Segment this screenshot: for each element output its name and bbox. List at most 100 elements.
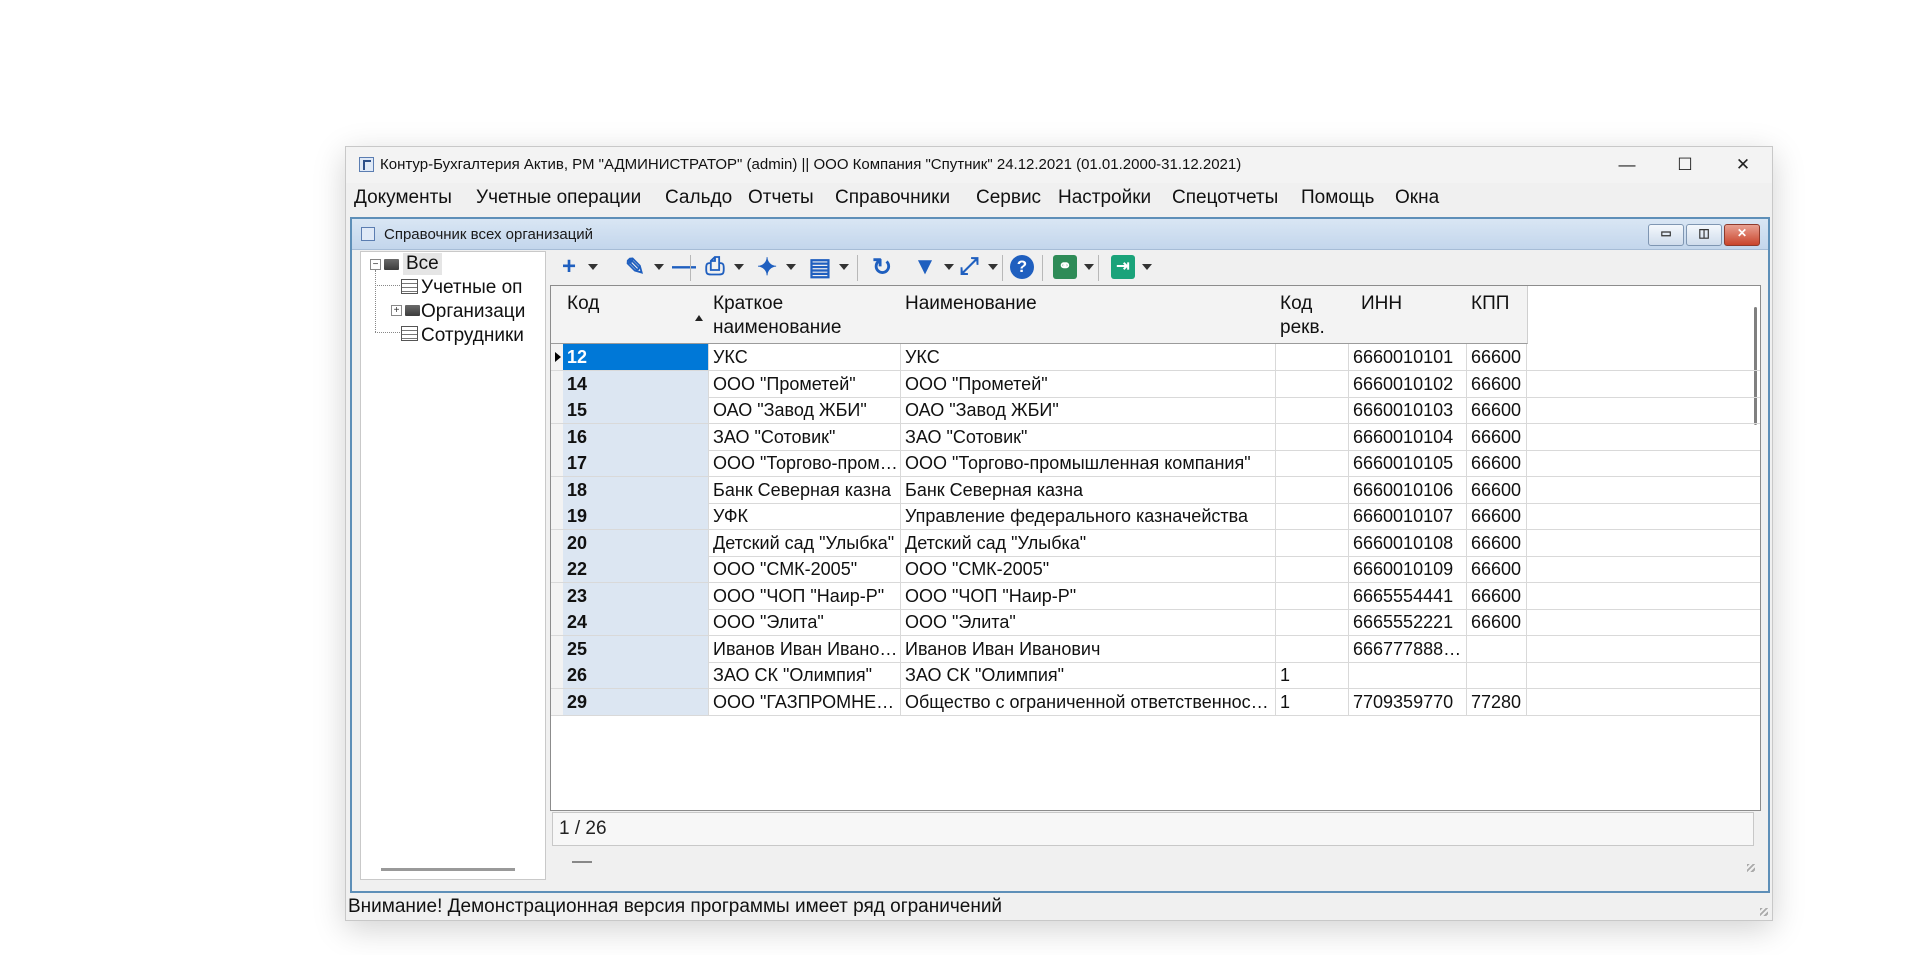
- tree-node-organizations[interactable]: Организаци: [421, 301, 525, 323]
- horizontal-scrollbar[interactable]: [572, 861, 592, 863]
- cell-short-name[interactable]: ООО "ГАЗПРОМНЕФТЬ ...: [709, 688, 901, 715]
- child-minimize-button[interactable]: ▭: [1648, 224, 1684, 246]
- column-header-requisite-code[interactable]: Код рекв.: [1276, 286, 1350, 344]
- table-row[interactable]: 24 ООО "Элита" ООО "Элита" 6665552221 66600: [551, 609, 1760, 636]
- menu-directories[interactable]: Справочники: [835, 187, 950, 209]
- cell-code[interactable]: 24: [563, 609, 709, 635]
- cell-inn[interactable]: [1349, 662, 1467, 688]
- table-row[interactable]: 23 ООО "ЧОП "Наир-Р" ООО "ЧОП "Наир-Р" 6665…: [551, 582, 1760, 610]
- table-row[interactable]: 20 Детский сад "Улыбка" Детский сад "Улыбк…: [551, 529, 1760, 557]
- cell-inn[interactable]: 6660010106: [1349, 476, 1467, 503]
- cell-kpp[interactable]: 66600: [1467, 397, 1527, 423]
- cell-requisite-code[interactable]: [1276, 423, 1349, 450]
- cell-inn[interactable]: 6660010104: [1349, 423, 1467, 450]
- cell-code[interactable]: 20: [563, 529, 709, 556]
- table-row[interactable]: 17ООО "Торгово-промыш...ООО "Торгово-про…: [551, 450, 1760, 477]
- tree-node-all[interactable]: Все: [403, 253, 442, 275]
- cell-full-name[interactable]: ЗАО "Сотовик": [901, 423, 1276, 450]
- cell-kpp[interactable]: 66600: [1467, 423, 1527, 450]
- cell-requisite-code[interactable]: [1276, 609, 1349, 635]
- cell-kpp[interactable]: 66600: [1467, 609, 1527, 635]
- links-button[interactable]: ⚭: [1050, 253, 1080, 281]
- cell-full-name[interactable]: ООО "Торгово-промышленная компания": [901, 450, 1276, 476]
- cell-code[interactable]: 17: [563, 450, 709, 476]
- cell-code[interactable]: 15: [563, 397, 709, 423]
- window-resize-grip-icon[interactable]: [1760, 908, 1768, 916]
- cell-requisite-code[interactable]: [1276, 582, 1349, 609]
- cell-code[interactable]: 12: [563, 344, 709, 370]
- tree-node-accounting[interactable]: Учетные оп: [421, 277, 522, 299]
- tree-scrollbar[interactable]: [381, 868, 515, 871]
- menu-service[interactable]: Сервис: [976, 187, 1041, 209]
- document-dropdown-icon[interactable]: [839, 264, 849, 270]
- organizations-grid[interactable]: Код Краткое наименование Наименование Код р…: [550, 285, 1761, 811]
- cell-full-name[interactable]: Детский сад "Улыбка": [901, 529, 1276, 556]
- cell-inn[interactable]: 6660010107: [1349, 503, 1467, 529]
- filter-dropdown-icon[interactable]: [944, 264, 954, 270]
- cell-inn[interactable]: 6660010101: [1349, 344, 1467, 370]
- cell-kpp[interactable]: 66600: [1467, 450, 1527, 476]
- table-row[interactable]: 29ООО "ГАЗПРОМНЕФТЬ ...Общество с ограни…: [551, 688, 1760, 716]
- filter-button[interactable]: ▼: [910, 253, 940, 281]
- menu-special-reports[interactable]: Спецотчеты: [1172, 187, 1278, 209]
- cell-code[interactable]: 14: [563, 370, 709, 397]
- cell-short-name[interactable]: Банк Северная казна: [709, 476, 901, 503]
- cell-full-name[interactable]: ООО "ЧОП "Наир-Р": [901, 582, 1276, 609]
- cell-kpp[interactable]: 66600: [1467, 582, 1527, 609]
- cell-code[interactable]: 25: [563, 635, 709, 662]
- cell-short-name[interactable]: Иванов Иван Иванович: [709, 635, 901, 662]
- cell-kpp[interactable]: [1467, 662, 1527, 688]
- cell-inn[interactable]: 6660010102: [1349, 370, 1467, 397]
- wizard-dropdown-icon[interactable]: [786, 264, 796, 270]
- links-dropdown-icon[interactable]: [1084, 264, 1094, 270]
- export-button[interactable]: ⇥: [1108, 253, 1138, 281]
- cell-code[interactable]: 16: [563, 423, 709, 450]
- child-restore-button[interactable]: ◫: [1686, 224, 1722, 246]
- edit-button[interactable]: ✎: [620, 253, 650, 281]
- cell-inn[interactable]: 6665554441: [1349, 582, 1467, 609]
- cell-requisite-code[interactable]: [1276, 529, 1349, 556]
- table-row[interactable]: 25 Иванов Иван Иванович Иванов Иван Иванов…: [551, 635, 1760, 663]
- resize-grip-icon[interactable]: [1747, 864, 1755, 872]
- expand-icon[interactable]: +: [391, 305, 402, 316]
- table-row[interactable]: 18 Банк Северная казна Банк Северная казна…: [551, 476, 1760, 504]
- cell-kpp[interactable]: 66600: [1467, 476, 1527, 503]
- cell-short-name[interactable]: УКС: [709, 344, 901, 370]
- maximize-button[interactable]: ☐: [1656, 147, 1714, 183]
- cell-short-name[interactable]: ООО "СМК-2005": [709, 556, 901, 582]
- cell-short-name[interactable]: ООО "ЧОП "Наир-Р": [709, 582, 901, 609]
- cell-code[interactable]: 29: [563, 688, 709, 715]
- child-close-button[interactable]: ✕: [1724, 224, 1760, 246]
- menu-settings[interactable]: Настройки: [1058, 187, 1151, 209]
- column-header-short-name[interactable]: Краткое наименование: [709, 286, 902, 344]
- table-row[interactable]: 15 ОАО "Завод ЖБИ" ОАО "Завод ЖБИ" 66600101…: [551, 397, 1760, 424]
- close-button[interactable]: ✕: [1714, 147, 1772, 183]
- cell-kpp[interactable]: 66600: [1467, 529, 1527, 556]
- cell-short-name[interactable]: ООО "Торгово-промыш...: [709, 450, 901, 476]
- table-row[interactable]: 16 ЗАО "Сотовик" ЗАО "Сотовик" 6660010104 66…: [551, 423, 1760, 451]
- cell-kpp[interactable]: [1467, 635, 1527, 662]
- add-button[interactable]: +: [554, 253, 584, 281]
- cell-requisite-code[interactable]: [1276, 503, 1349, 529]
- cell-inn[interactable]: 6660010108: [1349, 529, 1467, 556]
- add-dropdown-icon[interactable]: [588, 264, 598, 270]
- cell-short-name[interactable]: ЗАО "Сотовик": [709, 423, 901, 450]
- expand-button[interactable]: ⤢: [954, 253, 984, 281]
- menu-help[interactable]: Помощь: [1301, 187, 1374, 209]
- delete-button[interactable]: —: [669, 253, 699, 281]
- child-title-bar[interactable]: Справочник всех организаций ▭ ◫ ✕: [352, 219, 1768, 250]
- cell-requisite-code[interactable]: [1276, 476, 1349, 503]
- cell-requisite-code[interactable]: [1276, 556, 1349, 582]
- table-row[interactable]: 19 УФК Управление федерального казначейств…: [551, 503, 1760, 530]
- cell-requisite-code[interactable]: [1276, 635, 1349, 662]
- cell-code[interactable]: 18: [563, 476, 709, 503]
- cell-full-name[interactable]: ООО "СМК-2005": [901, 556, 1276, 582]
- cell-full-name[interactable]: Общество с ограниченной ответственностью…: [901, 688, 1276, 715]
- menu-reports[interactable]: Отчеты: [748, 187, 814, 209]
- cell-kpp[interactable]: 66600: [1467, 503, 1527, 529]
- cell-requisite-code[interactable]: [1276, 344, 1349, 370]
- column-header-full-name[interactable]: Наименование: [901, 286, 1277, 344]
- menu-windows[interactable]: Окна: [1395, 187, 1439, 209]
- edit-dropdown-icon[interactable]: [654, 264, 664, 270]
- wizard-button[interactable]: ✦: [752, 253, 782, 281]
